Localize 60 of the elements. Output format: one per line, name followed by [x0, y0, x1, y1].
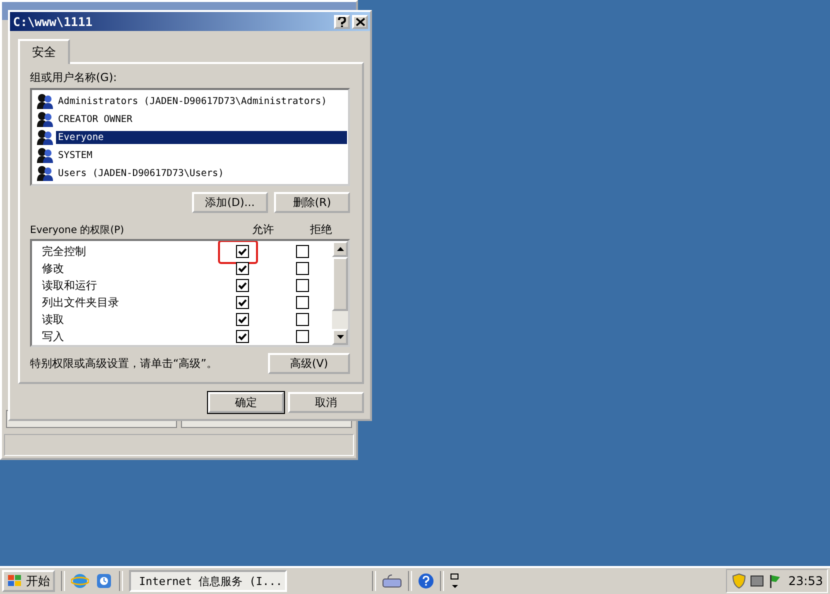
allow-checkbox[interactable] [236, 245, 248, 258]
permission-name: 完全控制 [41, 244, 87, 259]
taskbar-button[interactable]: Internet 信息服务 (I... [129, 570, 287, 592]
close-icon [356, 18, 364, 26]
permission-name: 列出文件夹目录 [41, 295, 120, 310]
users-icon [37, 111, 54, 127]
group-name[interactable]: Everyone [56, 130, 347, 144]
column-header: 拒绝 [309, 222, 333, 237]
allow-checkbox[interactable] [236, 296, 248, 309]
users-icon [37, 129, 54, 145]
users-icon [37, 93, 54, 109]
window-title: C:\www\1111 [13, 14, 94, 28]
permission-name: 读取 [41, 312, 65, 327]
restore-icon[interactable] [450, 573, 460, 589]
deny-checkbox[interactable] [296, 245, 308, 258]
close-button[interactable] [352, 14, 368, 28]
help-button[interactable] [334, 14, 350, 28]
allow-checkbox[interactable] [236, 279, 248, 292]
allow-checkbox[interactable] [236, 313, 248, 326]
column-header: 允许 [251, 222, 275, 237]
permission-name: 修改 [41, 261, 65, 276]
allow-checkbox[interactable] [236, 262, 248, 275]
keyboard-icon[interactable] [382, 574, 402, 588]
start-button[interactable]: 开始 [2, 570, 55, 592]
windows-logo-icon [7, 574, 23, 588]
dialog-button[interactable]: 取消 [288, 392, 364, 413]
help-icon[interactable] [418, 573, 434, 589]
group-action-button[interactable]: 添加(D)... [192, 192, 268, 213]
deny-checkbox[interactable] [296, 313, 308, 326]
scroll-up-button[interactable] [332, 241, 348, 257]
group-name[interactable]: CREATOR OWNER [56, 112, 134, 126]
groups-label: 组或用户名称(G): [30, 70, 118, 85]
deny-checkbox[interactable] [296, 296, 308, 309]
deny-checkbox[interactable] [296, 279, 308, 292]
permission-name: 读取和运行 [41, 278, 98, 293]
vertical-scrollbar[interactable] [332, 241, 348, 345]
allow-checkbox[interactable] [236, 330, 248, 343]
clock: 23:53 [787, 574, 823, 588]
help-icon [338, 16, 346, 26]
users-icon [37, 165, 54, 181]
up-arrow-icon [336, 247, 344, 251]
scroll-down-button[interactable] [332, 329, 348, 345]
advanced-button[interactable]: 高级(V) [268, 353, 350, 374]
group-name[interactable]: Users (JADEN-D90617D73\Users) [56, 166, 226, 180]
scroll-thumb[interactable] [332, 257, 348, 311]
down-arrow-icon [336, 335, 344, 339]
shield-icon[interactable] [731, 573, 748, 589]
permission-name: 写入 [41, 329, 65, 344]
advanced-hint: 特别权限或高级设置，请单击“高级”。 [30, 356, 218, 371]
network-icon[interactable] [749, 573, 766, 589]
tab[interactable]: 安全 [18, 39, 70, 64]
group-action-button[interactable]: 删除(R) [274, 192, 350, 213]
group-list[interactable]: Administrators (JADEN-D90617D73\Administrators) CREATOR OWNER Everyone SYSTEM Users (JADEN-D90617D73\Users) [30, 88, 350, 186]
users-icon [37, 147, 54, 163]
deny-checkbox[interactable] [296, 262, 308, 275]
group-name[interactable]: SYSTEM [56, 148, 94, 162]
group-name[interactable]: Administrators (JADEN-D90617D73\Administrators) [56, 94, 329, 108]
permissions-label: Everyone 的权限(P) [30, 224, 126, 237]
dialog-button[interactable]: 确定 [208, 392, 284, 413]
deny-checkbox[interactable] [296, 330, 308, 343]
